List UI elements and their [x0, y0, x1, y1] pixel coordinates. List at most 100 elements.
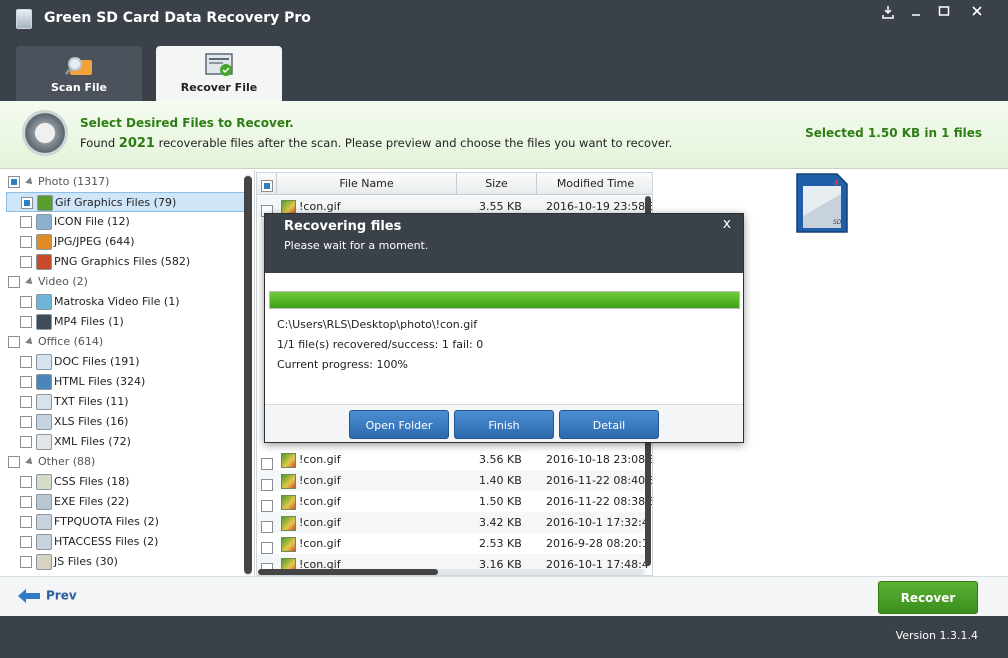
expand-triangle-icon[interactable] — [25, 457, 35, 467]
tree-item[interactable]: JS Files (30) — [6, 552, 118, 572]
select-all-checkbox[interactable] — [260, 180, 273, 192]
tree-scrollbar-thumb[interactable] — [244, 176, 252, 574]
item-checkbox[interactable] — [20, 516, 32, 528]
ftpquota-icon — [36, 514, 52, 530]
item-label: XML Files (72) — [54, 435, 131, 448]
file-modified: 2016-11-22 08:38:5 — [546, 495, 653, 508]
tree-category[interactable]: Video (2) — [8, 272, 88, 292]
ico-icon — [36, 214, 52, 230]
close-icon[interactable] — [966, 5, 988, 23]
folder-search-icon — [64, 57, 92, 75]
table-row[interactable]: !con.gif 1.50 KB 2016-11-22 08:38:5 — [257, 491, 652, 512]
app-logo-icon — [16, 9, 32, 29]
tab-scan-file[interactable]: Scan File — [16, 46, 142, 101]
category-checkbox[interactable] — [8, 456, 20, 468]
row-checkbox[interactable] — [261, 521, 273, 533]
table-row[interactable]: !con.gif 1.40 KB 2016-11-22 08:40:3 — [257, 470, 652, 491]
item-label: DOC Files (191) — [54, 355, 140, 368]
item-checkbox[interactable] — [20, 356, 32, 368]
item-label: HTACCESS Files (2) — [54, 535, 159, 548]
prev-label: Prev — [46, 588, 77, 603]
category-checkbox[interactable] — [8, 176, 20, 188]
prev-button[interactable]: Prev — [18, 588, 77, 604]
recover-file-icon — [205, 53, 233, 76]
item-checkbox[interactable] — [20, 236, 32, 248]
tree-item[interactable]: DOC Files (191) — [6, 352, 140, 372]
gif-file-icon — [281, 494, 296, 510]
table-row[interactable]: !con.gif 2.53 KB 2016-9-28 08:20:1 — [257, 533, 649, 554]
tree-item[interactable]: Gif Graphics Files (79) — [6, 192, 245, 212]
tree-scrollbar[interactable] — [244, 174, 252, 576]
minimize-icon[interactable] — [905, 5, 927, 23]
file-modified: 2016-11-22 08:40:3 — [546, 474, 653, 487]
row-checkbox[interactable] — [261, 542, 273, 554]
tree-category[interactable]: Office (614) — [8, 332, 103, 352]
tree-item[interactable]: MP4 Files (1) — [6, 312, 124, 332]
maximize-icon[interactable] — [933, 5, 955, 23]
expand-triangle-icon[interactable] — [25, 177, 35, 187]
recovering-dialog: Recovering files Please wait for a momen… — [264, 213, 744, 443]
tree-item[interactable]: ICON File (12) — [6, 212, 130, 232]
open-folder-button[interactable]: Open Folder — [349, 410, 449, 439]
item-checkbox[interactable] — [20, 316, 32, 328]
item-checkbox[interactable] — [20, 256, 32, 268]
hscrollbar-thumb[interactable] — [258, 569, 438, 575]
item-checkbox[interactable] — [20, 296, 32, 308]
tree-item[interactable]: XLS Files (16) — [6, 412, 128, 432]
dialog-close-icon[interactable]: x — [723, 216, 731, 232]
item-checkbox[interactable] — [20, 536, 32, 548]
detail-button[interactable]: Detail — [559, 410, 659, 439]
header-size[interactable]: Size — [457, 173, 537, 195]
table-row[interactable]: !con.gif 3.42 KB 2016-10-1 17:32:4 — [257, 512, 649, 533]
header-modified[interactable]: Modified Time — [537, 173, 652, 195]
arrow-left-icon — [18, 589, 40, 603]
file-list-hscrollbar[interactable] — [258, 569, 644, 575]
tree-item[interactable]: HTACCESS Files (2) — [6, 532, 158, 552]
tab-recover-label: Recover File — [180, 81, 258, 94]
version-label: Version 1.3.1.4 — [895, 629, 978, 642]
row-checkbox[interactable] — [261, 458, 273, 470]
mkv-icon — [36, 294, 52, 310]
file-name: !con.gif — [299, 537, 341, 550]
expand-triangle-icon[interactable] — [25, 277, 35, 287]
tree-item[interactable]: FTPQUOTA Files (2) — [6, 512, 159, 532]
tree-item[interactable]: Matroska Video File (1) — [6, 292, 180, 312]
tree-category[interactable]: Photo (1317) — [8, 172, 109, 192]
dialog-footer: Open Folder Finish Detail — [265, 404, 743, 442]
tree-item[interactable]: TXT Files (11) — [6, 392, 129, 412]
item-checkbox[interactable] — [20, 496, 32, 508]
recover-button[interactable]: Recover — [878, 581, 978, 614]
row-checkbox[interactable] — [261, 500, 273, 512]
item-checkbox[interactable] — [20, 416, 32, 428]
item-checkbox[interactable] — [20, 396, 32, 408]
header-file-name[interactable]: File Name — [277, 173, 457, 195]
item-label: HTML Files (324) — [54, 375, 146, 388]
table-row[interactable]: !con.gif 3.56 KB 2016-10-18 23:08:3 — [257, 449, 652, 470]
item-checkbox[interactable] — [20, 376, 32, 388]
item-checkbox[interactable] — [20, 216, 32, 228]
category-checkbox[interactable] — [8, 276, 20, 288]
tree-item[interactable]: HTML Files (324) — [6, 372, 145, 392]
tree-item[interactable]: XML Files (72) — [6, 432, 131, 452]
item-label: CSS Files (18) — [54, 475, 130, 488]
item-checkbox[interactable] — [20, 436, 32, 448]
category-checkbox[interactable] — [8, 336, 20, 348]
tree-item[interactable]: CSS Files (18) — [6, 472, 129, 492]
tree-item[interactable]: EXE Files (22) — [6, 492, 129, 512]
file-modified: 2016-10-18 23:08:3 — [546, 453, 653, 466]
tree-category[interactable]: Other (88) — [8, 452, 95, 472]
item-checkbox[interactable] — [21, 197, 33, 209]
finish-button[interactable]: Finish — [454, 410, 554, 439]
row-checkbox[interactable] — [261, 479, 273, 491]
file-type-tree[interactable]: Photo (1317) Gif Graphics Files (79) ICON … — [4, 170, 255, 576]
item-checkbox[interactable] — [20, 556, 32, 568]
item-label: JPG/JPEG (644) — [54, 235, 135, 248]
xls-icon — [36, 414, 52, 430]
tree-item[interactable]: JPG/JPEG (644) — [6, 232, 135, 252]
item-checkbox[interactable] — [20, 476, 32, 488]
download-icon[interactable] — [877, 5, 899, 23]
txt-icon — [36, 394, 52, 410]
tree-item[interactable]: PNG Graphics Files (582) — [6, 252, 190, 272]
expand-triangle-icon[interactable] — [25, 337, 35, 347]
tab-recover-file[interactable]: Recover File — [156, 46, 282, 101]
